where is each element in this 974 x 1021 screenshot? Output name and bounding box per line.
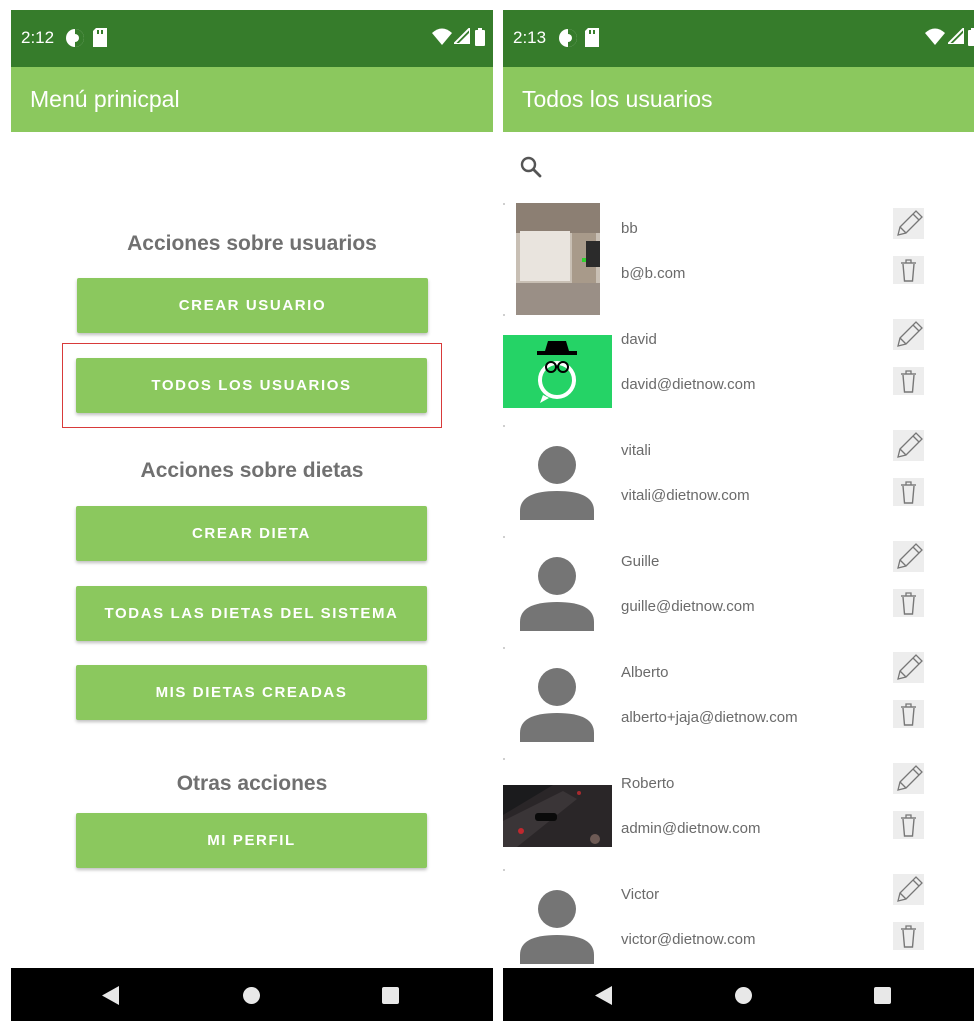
all-diets-button[interactable]: TODAS LAS DIETAS DEL SISTEMA (76, 586, 427, 641)
signal-icon (454, 28, 470, 44)
all-users-button[interactable]: TODOS LOS USUARIOS (76, 358, 427, 413)
navigation-bar (11, 968, 493, 1021)
list-item[interactable]: bb b@b.com (503, 203, 974, 315)
user-name: Alberto (621, 664, 669, 681)
default-user-avatar (520, 446, 594, 520)
room-photo-avatar (516, 203, 600, 315)
list-item[interactable]: Guille guille@dietnow.com (503, 536, 974, 647)
delete-trash-icon[interactable] (892, 366, 925, 396)
list-item[interactable]: david david@dietnow.com (503, 314, 974, 425)
edit-pencil-icon[interactable] (892, 207, 925, 240)
home-icon[interactable] (735, 987, 752, 1004)
battery-icon (968, 28, 974, 46)
sync-icon (66, 29, 84, 47)
back-icon[interactable] (595, 986, 613, 1005)
edit-pencil-icon[interactable] (892, 762, 925, 795)
edit-pencil-icon[interactable] (892, 540, 925, 573)
delete-trash-icon[interactable] (892, 921, 925, 951)
diets-section-title: Acciones sobre dietas (140, 459, 364, 482)
recents-icon[interactable] (874, 987, 891, 1004)
user-email: alberto+jaja@dietnow.com (621, 709, 798, 726)
users-section-title: Acciones sobre usuarios (127, 232, 377, 255)
users-list-screen: 2:13 Todos los usuarios bb b@b.com david… (503, 10, 974, 1021)
user-email: victor@dietnow.com (621, 931, 756, 948)
sd-card-icon (93, 28, 107, 47)
delete-trash-icon[interactable] (892, 255, 925, 285)
app-bar: Todos los usuarios (503, 67, 974, 132)
list-item[interactable]: vitali vitali@dietnow.com (503, 425, 974, 536)
wifi-icon (925, 28, 945, 45)
other-section-title: Otras acciones (176, 772, 328, 795)
page-title: Todos los usuarios (522, 86, 713, 112)
edit-pencil-icon[interactable] (892, 318, 925, 351)
user-name: vitali (621, 442, 652, 459)
delete-trash-icon[interactable] (892, 699, 925, 729)
search-icon[interactable] (519, 155, 543, 179)
recents-icon[interactable] (382, 987, 399, 1004)
whatsapp-spy-avatar (503, 335, 612, 408)
user-name: david (621, 331, 657, 348)
navigation-bar (503, 968, 974, 1021)
row-marker (503, 758, 505, 760)
user-name: Roberto (621, 775, 675, 792)
edit-pencil-icon[interactable] (892, 873, 925, 906)
app-bar: Menú prinicpal (11, 67, 493, 132)
create-diet-button[interactable]: CREAR DIETA (76, 506, 427, 561)
row-marker (503, 314, 505, 316)
status-bar: 2:12 (11, 10, 493, 67)
list-item[interactable]: Victor victor@dietnow.com (503, 869, 974, 980)
user-email: vitali@dietnow.com (621, 487, 750, 504)
home-icon[interactable] (243, 987, 260, 1004)
main-menu-screen: 2:12 Menú prinicpal Acciones sobre usuar… (11, 10, 493, 1021)
signal-icon (948, 28, 964, 44)
list-item[interactable]: Alberto alberto+jaja@dietnow.com (503, 647, 974, 758)
default-user-avatar (520, 557, 594, 631)
delete-trash-icon[interactable] (892, 477, 925, 507)
wifi-icon (432, 28, 452, 45)
row-marker (503, 869, 505, 871)
row-marker (503, 425, 505, 427)
page-title: Menú prinicpal (30, 86, 180, 112)
delete-trash-icon[interactable] (892, 810, 925, 840)
sd-card-icon (585, 28, 599, 47)
edit-pencil-icon[interactable] (892, 429, 925, 462)
default-user-avatar (520, 890, 594, 964)
status-bar: 2:13 (503, 10, 974, 67)
row-marker (503, 203, 505, 205)
list-item[interactable]: Roberto admin@dietnow.com (503, 758, 974, 869)
row-marker (503, 536, 505, 538)
status-time: 2:13 (513, 28, 547, 47)
battery-icon (475, 28, 485, 46)
desk-photo-avatar (503, 785, 612, 847)
user-name: Victor (621, 886, 660, 903)
status-time: 2:12 (21, 28, 55, 47)
my-profile-button[interactable]: MI PERFIL (76, 813, 427, 868)
user-email: admin@dietnow.com (621, 820, 761, 837)
back-icon[interactable] (102, 986, 120, 1005)
user-email: david@dietnow.com (621, 376, 756, 393)
user-name: bb (621, 220, 638, 237)
default-user-avatar (520, 668, 594, 742)
user-name: Guille (621, 553, 660, 570)
sync-icon (559, 29, 577, 47)
user-email: guille@dietnow.com (621, 598, 755, 615)
edit-pencil-icon[interactable] (892, 651, 925, 684)
user-email: b@b.com (621, 265, 686, 282)
row-marker (503, 647, 505, 649)
create-user-button[interactable]: CREAR USUARIO (77, 278, 428, 333)
my-diets-button[interactable]: MIS DIETAS CREADAS (76, 665, 427, 720)
delete-trash-icon[interactable] (892, 588, 925, 618)
